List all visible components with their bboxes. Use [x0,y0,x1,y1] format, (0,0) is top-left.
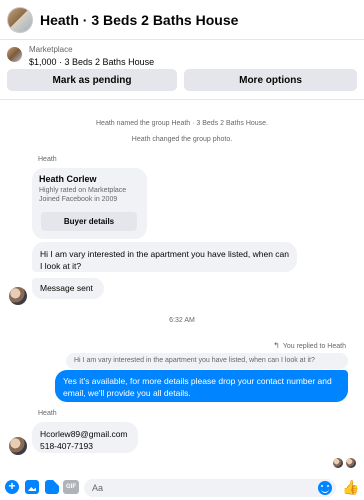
reply-arrow-icon: ↰ [273,341,280,350]
message-bubble-incoming[interactable]: Message sent [32,278,104,299]
emoji-icon[interactable] [318,481,332,495]
chat-header: Heath · 3 Beds 2 Baths House [0,0,364,40]
replied-indicator: ↰ You replied to Heath [273,341,346,350]
more-options-button[interactable]: More options [184,69,357,91]
chat-title[interactable]: Heath · 3 Beds 2 Baths House [40,12,238,28]
system-message-photo: Heath changed the group photo. [131,136,233,143]
timestamp: 6:32 AM [169,317,195,324]
buyer-rating: Highly rated on Marketplace [39,187,127,194]
gif-icon[interactable]: GIF [63,480,79,494]
message-bubble-incoming[interactable]: Hcorlew89@gmail.com 518-407-7193 [32,422,138,453]
photo-icon[interactable] [25,480,39,494]
sender-name: Heath [38,156,57,163]
seen-avatar [333,458,343,468]
divider [0,99,364,100]
message-bubble-outgoing[interactable]: Yes it's available, for more details ple… [55,370,348,402]
message-input-container[interactable] [84,479,336,497]
avatar[interactable] [9,437,27,455]
listing-label: Marketplace [29,45,73,54]
sender-name: Heath [38,410,57,417]
listing-thumbnail[interactable] [7,47,22,62]
sticker-icon[interactable] [45,480,59,494]
message-bubble-incoming[interactable]: Hi I am vary interested in the apartment… [32,242,297,272]
system-message-named: Heath named the group Heath · 3 Beds 2 B… [96,120,268,127]
mark-as-pending-button[interactable]: Mark as pending [7,69,177,91]
replied-label: You replied to Heath [282,343,346,350]
buyer-name[interactable]: Heath Corlew [39,174,97,184]
quoted-message[interactable]: Hi I am vary interested in the apartment… [66,353,348,369]
contact-phone: 518-407-7193 [40,441,93,451]
listing-panel: Marketplace $1,000 · 3 Beds 2 Baths Hous… [0,41,364,99]
group-photo[interactable] [7,6,33,33]
message-input[interactable] [92,481,312,495]
thumbs-up-icon[interactable]: 👍 [342,479,359,495]
buyer-joined: Joined Facebook in 2009 [39,196,118,203]
plus-circle-icon[interactable]: + [5,480,19,494]
listing-price-title[interactable]: $1,000 · 3 Beds 2 Baths House [29,57,154,67]
buyer-profile-card: Heath Corlew Highly rated on Marketplace… [32,168,147,239]
message-composer: + GIF 👍 [0,476,364,500]
buyer-details-button[interactable]: Buyer details [41,212,137,231]
contact-email: Hcorlew89@gmail.com [40,429,128,439]
seen-avatar [346,458,356,468]
avatar[interactable] [9,287,27,305]
